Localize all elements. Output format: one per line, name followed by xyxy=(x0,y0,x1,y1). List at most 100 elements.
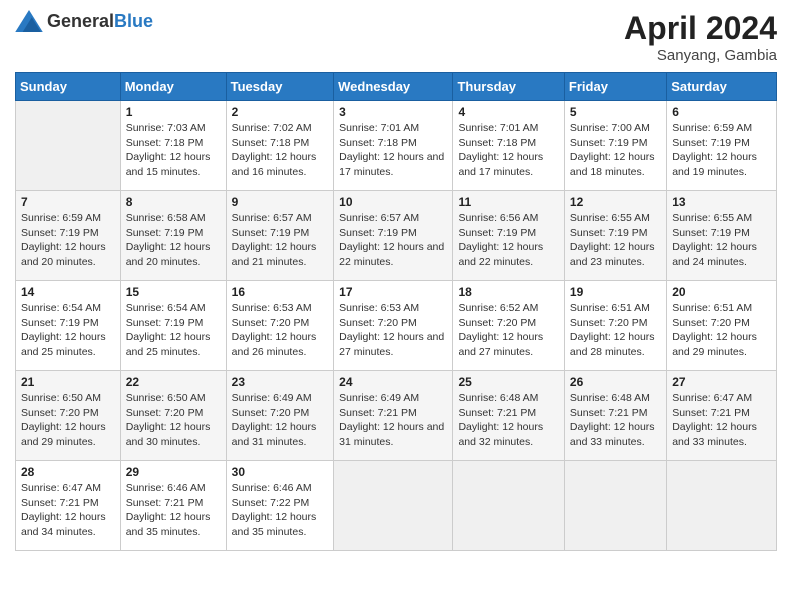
calendar-cell: 17Sunrise: 6:53 AMSunset: 7:20 PMDayligh… xyxy=(334,281,453,371)
sunrise-text: Sunrise: 6:59 AM xyxy=(21,211,115,226)
day-info: Sunrise: 6:53 AMSunset: 7:20 PMDaylight:… xyxy=(339,301,447,360)
day-info: Sunrise: 6:55 AMSunset: 7:19 PMDaylight:… xyxy=(570,211,661,270)
sunset-text: Sunset: 7:18 PM xyxy=(458,136,558,151)
day-info: Sunrise: 6:54 AMSunset: 7:19 PMDaylight:… xyxy=(126,301,221,360)
daylight-text: Daylight: 12 hours and 23 minutes. xyxy=(570,240,661,269)
day-info: Sunrise: 7:02 AMSunset: 7:18 PMDaylight:… xyxy=(232,121,329,180)
day-number: 3 xyxy=(339,105,447,119)
calendar-cell: 26Sunrise: 6:48 AMSunset: 7:21 PMDayligh… xyxy=(564,371,666,461)
sunset-text: Sunset: 7:19 PM xyxy=(570,136,661,151)
sunrise-text: Sunrise: 6:50 AM xyxy=(126,391,221,406)
header-monday: Monday xyxy=(120,73,226,101)
sunset-text: Sunset: 7:19 PM xyxy=(126,226,221,241)
calendar-cell: 1Sunrise: 7:03 AMSunset: 7:18 PMDaylight… xyxy=(120,101,226,191)
day-number: 30 xyxy=(232,465,329,479)
sunrise-text: Sunrise: 6:46 AM xyxy=(126,481,221,496)
day-number: 21 xyxy=(21,375,115,389)
sunrise-text: Sunrise: 7:03 AM xyxy=(126,121,221,136)
day-info: Sunrise: 6:59 AMSunset: 7:19 PMDaylight:… xyxy=(672,121,771,180)
calendar-cell: 24 Sunrise: 6:49 AMSunset: 7:21 PMDayligh… xyxy=(334,371,453,461)
day-number: 25 xyxy=(458,375,558,389)
daylight-text: Daylight: 12 hours and 24 minutes. xyxy=(672,240,771,269)
sunrise-text: Sunrise: 6:55 AM xyxy=(672,211,771,226)
logo-general: General xyxy=(47,11,114,31)
day-info: Sunrise: 6:54 AMSunset: 7:19 PMDaylight:… xyxy=(21,301,115,360)
sunset-text: Sunset: 7:19 PM xyxy=(570,226,661,241)
day-number: 10 xyxy=(339,195,447,209)
day-info: Sunrise: 6:47 AMSunset: 7:21 PMDaylight:… xyxy=(21,481,115,540)
sunset-text: Sunset: 7:20 PM xyxy=(570,316,661,331)
daylight-text: Daylight: 12 hours and 20 minutes. xyxy=(126,240,221,269)
day-info: Sunrise: 6:50 AMSunset: 7:20 PMDaylight:… xyxy=(21,391,115,450)
sunset-text: Sunset: 7:19 PM xyxy=(339,226,447,241)
daylight-text: Daylight: 12 hours and 22 minutes. xyxy=(458,240,558,269)
day-number: 24 xyxy=(339,375,447,389)
calendar-cell: 27Sunrise: 6:47 AMSunset: 7:21 PMDayligh… xyxy=(667,371,777,461)
day-info: Sunrise: 7:03 AMSunset: 7:18 PMDaylight:… xyxy=(126,121,221,180)
sunset-text: Sunset: 7:21 PM xyxy=(126,496,221,511)
daylight-text: Daylight: 12 hours and 22 minutes. xyxy=(339,240,447,269)
sunset-text: Sunset: 7:19 PM xyxy=(672,136,771,151)
day-info: Sunrise: 6:48 AMSunset: 7:21 PMDaylight:… xyxy=(570,391,661,450)
day-number: 20 xyxy=(672,285,771,299)
sunset-text: Sunset: 7:21 PM xyxy=(339,406,447,421)
day-number: 15 xyxy=(126,285,221,299)
sunrise-text: Sunrise: 7:00 AM xyxy=(570,121,661,136)
day-number: 2 xyxy=(232,105,329,119)
calendar-cell: 11Sunrise: 6:56 AMSunset: 7:19 PMDayligh… xyxy=(453,191,564,281)
day-number: 29 xyxy=(126,465,221,479)
header-row: SundayMondayTuesdayWednesdayThursdayFrid… xyxy=(16,73,777,101)
sunrise-text: Sunrise: 6:50 AM xyxy=(21,391,115,406)
day-info: Sunrise: 6:55 AMSunset: 7:19 PMDaylight:… xyxy=(672,211,771,270)
daylight-text: Daylight: 12 hours and 17 minutes. xyxy=(339,150,447,179)
calendar-table: SundayMondayTuesdayWednesdayThursdayFrid… xyxy=(15,72,777,551)
calendar-cell: 28Sunrise: 6:47 AMSunset: 7:21 PMDayligh… xyxy=(16,461,121,551)
daylight-text: Daylight: 12 hours and 15 minutes. xyxy=(126,150,221,179)
sunrise-text: Sunrise: 6:56 AM xyxy=(458,211,558,226)
day-info: Sunrise: 6:47 AMSunset: 7:21 PMDaylight:… xyxy=(672,391,771,450)
week-row-2: 7Sunrise: 6:59 AMSunset: 7:19 PMDaylight… xyxy=(16,191,777,281)
daylight-text: Daylight: 12 hours and 19 minutes. xyxy=(672,150,771,179)
calendar-cell: 29 Sunrise: 6:46 AMSunset: 7:21 PMDayligh… xyxy=(120,461,226,551)
sunrise-text: Sunrise: 6:55 AM xyxy=(570,211,661,226)
day-info: Sunrise: 6:46 AMSunset: 7:21 PMDaylight:… xyxy=(126,481,221,540)
daylight-text: Daylight: 12 hours and 25 minutes. xyxy=(126,330,221,359)
logo-icon xyxy=(15,10,43,32)
day-info: Sunrise: 6:49 AMSunset: 7:20 PMDaylight:… xyxy=(232,391,329,450)
calendar-cell: 4Sunrise: 7:01 AMSunset: 7:18 PMDaylight… xyxy=(453,101,564,191)
calendar-cell: 21 Sunrise: 6:50 AMSunset: 7:20 PMDayligh… xyxy=(16,371,121,461)
month-year: April 2024 xyxy=(624,10,777,47)
day-number: 9 xyxy=(232,195,329,209)
day-info: Sunrise: 6:49 AMSunset: 7:21 PMDaylight:… xyxy=(339,391,447,450)
calendar-cell: 12Sunrise: 6:55 AMSunset: 7:19 PMDayligh… xyxy=(564,191,666,281)
sunset-text: Sunset: 7:19 PM xyxy=(458,226,558,241)
logo-text: GeneralBlue xyxy=(47,11,153,32)
day-number: 18 xyxy=(458,285,558,299)
sunrise-text: Sunrise: 7:02 AM xyxy=(232,121,329,136)
daylight-text: Daylight: 12 hours and 31 minutes. xyxy=(339,420,447,449)
day-number: 5 xyxy=(570,105,661,119)
sunrise-text: Sunrise: 6:53 AM xyxy=(232,301,329,316)
sunset-text: Sunset: 7:18 PM xyxy=(126,136,221,151)
calendar-cell: 2 Sunrise: 7:02 AMSunset: 7:18 PMDaylight… xyxy=(226,101,334,191)
day-number: 22 xyxy=(126,375,221,389)
calendar-cell: 13 Sunrise: 6:55 AMSunset: 7:19 PMDayligh… xyxy=(667,191,777,281)
week-row-3: 14Sunrise: 6:54 AMSunset: 7:19 PMDayligh… xyxy=(16,281,777,371)
day-number: 23 xyxy=(232,375,329,389)
week-row-4: 21 Sunrise: 6:50 AMSunset: 7:20 PMDayligh… xyxy=(16,371,777,461)
daylight-text: Daylight: 12 hours and 33 minutes. xyxy=(570,420,661,449)
sunset-text: Sunset: 7:21 PM xyxy=(570,406,661,421)
day-info: Sunrise: 6:59 AMSunset: 7:19 PMDaylight:… xyxy=(21,211,115,270)
title-block: April 2024 Sanyang, Gambia xyxy=(624,10,777,64)
sunrise-text: Sunrise: 6:53 AM xyxy=(339,301,447,316)
day-info: Sunrise: 6:57 AMSunset: 7:19 PMDaylight:… xyxy=(339,211,447,270)
calendar-cell xyxy=(16,101,121,191)
week-row-1: 1Sunrise: 7:03 AMSunset: 7:18 PMDaylight… xyxy=(16,101,777,191)
daylight-text: Daylight: 12 hours and 16 minutes. xyxy=(232,150,329,179)
day-info: Sunrise: 6:46 AMSunset: 7:22 PMDaylight:… xyxy=(232,481,329,540)
daylight-text: Daylight: 12 hours and 29 minutes. xyxy=(672,330,771,359)
day-number: 13 xyxy=(672,195,771,209)
day-info: Sunrise: 6:57 AMSunset: 7:19 PMDaylight:… xyxy=(232,211,329,270)
calendar-cell: 18Sunrise: 6:52 AMSunset: 7:20 PMDayligh… xyxy=(453,281,564,371)
logo: GeneralBlue xyxy=(15,10,153,32)
